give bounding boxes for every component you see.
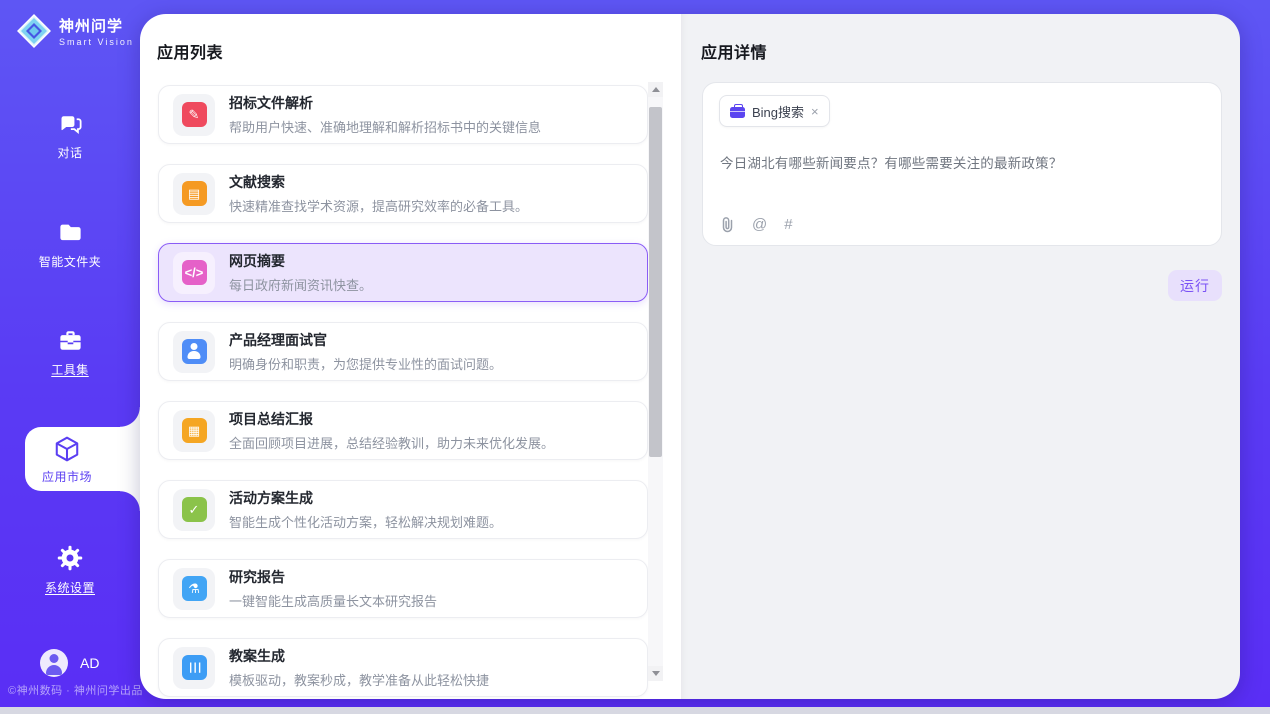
app-card[interactable]: ▦ 项目总结汇报 全面回顾项目进展，总结经验教训，助力未来优化发展。 (158, 401, 648, 460)
app-card[interactable]: </> 网页摘要 每日政府新闻资讯快查。 (158, 243, 648, 302)
app-detail-panel: 应用详情 Bing搜索 × 今日湖北有哪些新闻要点？有哪些需要关注的最新政策？ … (681, 14, 1240, 699)
app-card-title: 产品经理面试官 (229, 330, 502, 350)
folder-icon (57, 219, 84, 246)
scroll-up-button[interactable] (648, 82, 663, 97)
input-toolbar: @ # (720, 216, 793, 233)
sidebar-item-cube[interactable]: 应用市场 (25, 427, 140, 491)
sidebar-item-label: 工具集 (51, 361, 89, 378)
app-list: ✎ 招标文件解析 帮助用户快速、准确地理解和解析招标书中的关键信息 ▤ 文献搜索… (158, 85, 648, 699)
interviewer-icon (182, 339, 207, 364)
app-card-title: 网页摘要 (229, 251, 372, 271)
sidebar-item-label: 对话 (57, 144, 82, 161)
user-initials: AD (80, 655, 99, 671)
run-button[interactable]: 运行 (1168, 270, 1222, 301)
app-card-description: 快速精准查找学术资源，提高研究效率的必备工具。 (229, 196, 528, 215)
app-list-title: 应用列表 (157, 39, 223, 63)
gear-icon (56, 544, 84, 572)
avatar[interactable] (40, 649, 68, 677)
copyright-footer: ©神州数码 · 神州问学出品 (8, 682, 143, 698)
app-card-description: 一键智能生成高质量长文本研究报告 (229, 591, 437, 610)
page-bottom-strip (0, 707, 1270, 714)
browser-icon: </> (182, 260, 207, 285)
calendar-icon: ▦ (182, 418, 207, 443)
sidebar-item-label: 应用市场 (42, 468, 92, 485)
sidebar: 神州问学 Smart Vision 对话 智能文件夹 工具集 应用市场 系统设置… (0, 0, 140, 707)
book-icon: ▤ (182, 181, 207, 206)
app-card-title: 项目总结汇报 (229, 409, 554, 429)
app-card-description: 明确身份和职责，为您提供专业性的面试问题。 (229, 354, 502, 373)
cube-icon (53, 435, 81, 463)
app-card-title: 招标文件解析 (229, 93, 541, 113)
triangle-down-icon (652, 671, 660, 676)
app-card-description: 智能生成个性化活动方案，轻松解决规划难题。 (229, 512, 502, 531)
prompt-input[interactable]: 今日湖北有哪些新闻要点？有哪些需要关注的最新政策？ (720, 152, 1205, 172)
app-list-panel: 应用列表 ✎ 招标文件解析 帮助用户快速、准确地理解和解析招标书中的关键信息 ▤… (140, 14, 681, 699)
list-scrollbar[interactable] (648, 82, 663, 681)
sidebar-item-folder[interactable]: 智能文件夹 (0, 219, 140, 273)
app-card[interactable]: ✎ 招标文件解析 帮助用户快速、准确地理解和解析招标书中的关键信息 (158, 85, 648, 144)
sidebar-item-label: 系统设置 (45, 579, 95, 596)
triangle-up-icon (652, 87, 660, 92)
chat-icon (57, 110, 84, 137)
hash-icon[interactable]: # (784, 216, 792, 233)
brand-logo: 神州问学 Smart Vision (16, 13, 134, 49)
app-card-title: 研究报告 (229, 567, 437, 587)
microscope-icon: ⚗ (182, 576, 207, 601)
briefcase-icon (730, 107, 745, 118)
app-detail-title: 应用详情 (701, 39, 767, 63)
mention-icon[interactable]: @ (752, 216, 767, 233)
app-card-title: 教案生成 (229, 646, 489, 666)
app-card[interactable]: ☰ 教案生成 模板驱动，教案秒成，教学准备从此轻松快捷 (158, 638, 648, 697)
books-icon: ☰ (182, 655, 207, 680)
app-card[interactable]: ▤ 文献搜索 快速精准查找学术资源，提高研究效率的必备工具。 (158, 164, 648, 223)
app-card-description: 每日政府新闻资讯快查。 (229, 275, 372, 294)
app-card[interactable]: 产品经理面试官 明确身份和职责，为您提供专业性的面试问题。 (158, 322, 648, 381)
chip-close-icon[interactable]: × (811, 105, 819, 118)
gem-logo-icon (16, 13, 52, 49)
tool-chip-label: Bing搜索 (752, 102, 804, 121)
paperclip-icon[interactable] (720, 216, 735, 233)
pen-icon: ✎ (182, 102, 207, 127)
app-card-description: 全面回顾项目进展，总结经验教训，助力未来优化发展。 (229, 433, 554, 452)
app-card-title: 活动方案生成 (229, 488, 502, 508)
main-container: 应用列表 ✎ 招标文件解析 帮助用户快速、准确地理解和解析招标书中的关键信息 ▤… (140, 14, 1240, 699)
prompt-input-card[interactable]: Bing搜索 × 今日湖北有哪些新闻要点？有哪些需要关注的最新政策？ @ # (702, 82, 1222, 246)
app-card-description: 模板驱动，教案秒成，教学准备从此轻松快捷 (229, 670, 489, 689)
sidebar-item-gear[interactable]: 系统设置 (0, 544, 140, 598)
sidebar-item-toolbox[interactable]: 工具集 (0, 327, 140, 381)
sidebar-item-chat[interactable]: 对话 (0, 110, 140, 164)
brand-subtitle: Smart Vision (59, 37, 134, 47)
scroll-down-button[interactable] (648, 666, 663, 681)
app-card[interactable]: ✓ 活动方案生成 智能生成个性化活动方案，轻松解决规划难题。 (158, 480, 648, 539)
brand-name: 神州问学 (59, 15, 134, 36)
app-card-description: 帮助用户快速、准确地理解和解析招标书中的关键信息 (229, 117, 541, 136)
clipboard-check-icon: ✓ (182, 497, 207, 522)
app-shell: 神州问学 Smart Vision 对话 智能文件夹 工具集 应用市场 系统设置… (0, 0, 1270, 707)
toolbox-icon (57, 327, 84, 354)
sidebar-item-label: 智能文件夹 (39, 253, 102, 270)
tool-chip-bing-search[interactable]: Bing搜索 × (719, 95, 830, 127)
user-row[interactable]: AD (40, 649, 99, 677)
app-card[interactable]: ⚗ 研究报告 一键智能生成高质量长文本研究报告 (158, 559, 648, 618)
app-card-title: 文献搜索 (229, 172, 528, 192)
scrollbar-thumb[interactable] (649, 107, 662, 457)
